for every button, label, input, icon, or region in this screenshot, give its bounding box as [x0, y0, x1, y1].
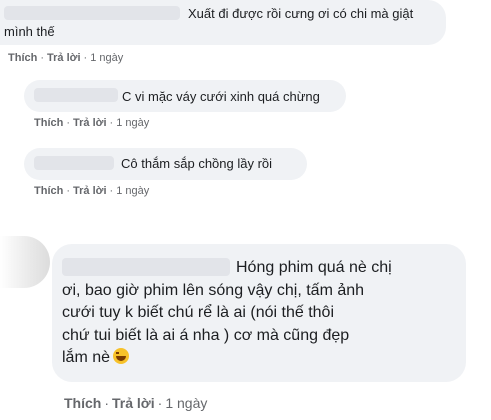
separator: ·: [40, 52, 45, 64]
separator: ·: [109, 117, 114, 129]
comment-actions: Thích · Trả lời · 1 ngày: [34, 117, 149, 129]
separator: ·: [83, 52, 88, 64]
comment-text: C vi mặc váy cưới xinh quá chừng: [122, 89, 320, 104]
redacted-username: [34, 156, 114, 170]
redacted-username: [34, 88, 118, 102]
redacted-username: [62, 258, 230, 276]
separator: ·: [66, 117, 71, 129]
redacted-username: [4, 6, 180, 20]
avatar[interactable]: [0, 236, 50, 288]
reply-button[interactable]: Trả lời: [73, 185, 107, 197]
separator: ·: [66, 185, 71, 197]
separator: ·: [109, 185, 114, 197]
comment-text: Hóng phim quá nè chị: [236, 259, 392, 276]
reply-button[interactable]: Trả lời: [73, 117, 107, 129]
like-button[interactable]: Thích: [34, 185, 63, 197]
comment-text: mình thế: [4, 24, 55, 39]
separator: ·: [104, 395, 110, 411]
comment-text: ơi, bao giờ phim lên sóng vậy chị, tấm ả…: [62, 282, 365, 299]
laughing-emoji-icon: [113, 348, 130, 364]
comment-actions: Thích · Trả lời · 1 ngày: [8, 52, 123, 64]
timestamp[interactable]: 1 ngày: [116, 117, 149, 129]
comment-text: cưới tuy k biết chú rể là ai (nói thế th…: [62, 304, 334, 321]
timestamp[interactable]: 1 ngày: [116, 185, 149, 197]
timestamp[interactable]: 1 ngày: [165, 395, 207, 411]
like-button[interactable]: Thích: [64, 395, 101, 411]
comment-text-last-line: lắm nè: [62, 347, 130, 370]
reply-button[interactable]: Trả lời: [47, 52, 81, 64]
timestamp[interactable]: 1 ngày: [90, 52, 123, 64]
comment-text: lắm nè: [62, 349, 111, 366]
separator: ·: [157, 395, 163, 411]
reply-button[interactable]: Trả lời: [112, 395, 155, 411]
comment-text: chứ tui biết là ai á nha ) cơ mà cũng đẹ…: [62, 327, 350, 344]
like-button[interactable]: Thích: [8, 52, 37, 64]
comment-actions: Thích · Trả lời · 1 ngày: [34, 185, 149, 197]
like-button[interactable]: Thích: [34, 117, 63, 129]
comment-actions: Thích · Trả lời · 1 ngày: [64, 395, 207, 411]
comment-text: Cô thắm sắp chồng lầy rồi: [121, 156, 273, 171]
comment-text: Xuất đi được rồi cưng ơi có chi mà giật: [188, 6, 414, 21]
